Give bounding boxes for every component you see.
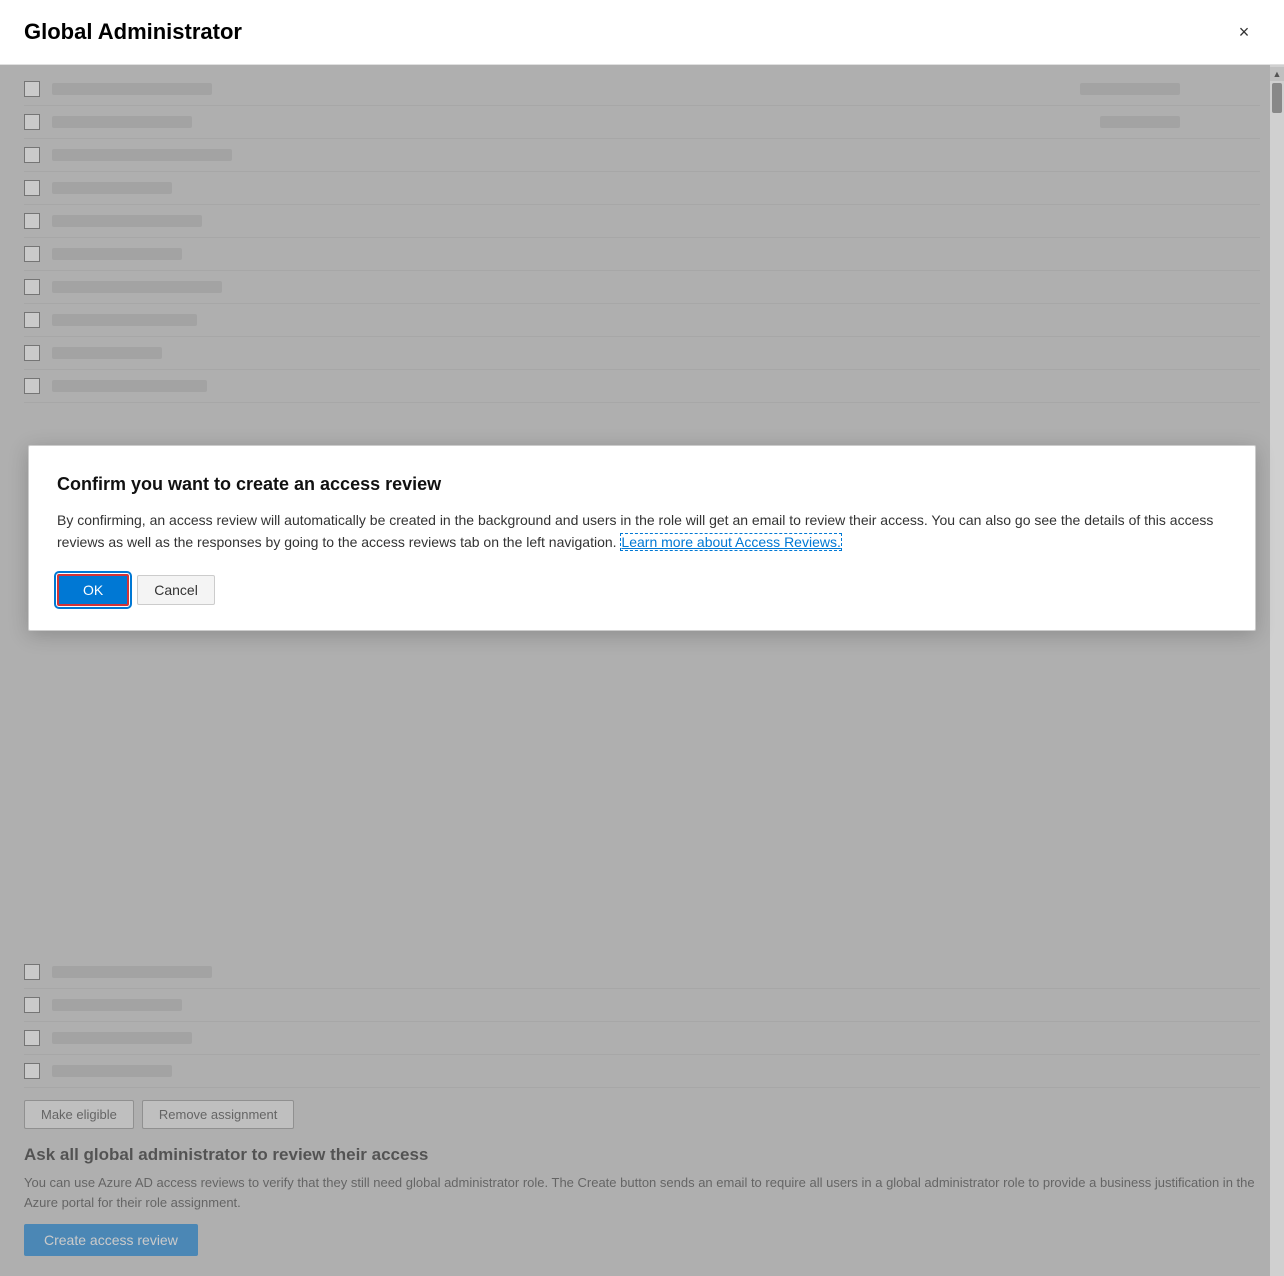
dialog-body: By confirming, an access review will aut… <box>57 509 1227 554</box>
dialog-title: Confirm you want to create an access rev… <box>57 474 1227 495</box>
scroll-thumb[interactable] <box>1272 83 1282 113</box>
dialog-actions: OK Cancel <box>57 574 1227 606</box>
panel-header: Global Administrator × <box>0 0 1284 65</box>
main-panel: Global Administrator × <box>0 0 1284 1276</box>
content-area: Make eligible Remove assignment Ask all … <box>0 65 1284 1276</box>
learn-more-link[interactable]: Learn more about Access Reviews. <box>620 533 841 551</box>
ok-button[interactable]: OK <box>57 574 129 606</box>
scrollbar[interactable]: ▲ <box>1270 65 1284 1276</box>
panel-title: Global Administrator <box>24 19 242 45</box>
cancel-button[interactable]: Cancel <box>137 575 215 605</box>
close-button[interactable]: × <box>1228 16 1260 48</box>
confirm-dialog: Confirm you want to create an access rev… <box>28 445 1256 631</box>
modal-overlay <box>0 65 1270 1276</box>
scroll-up-arrow[interactable]: ▲ <box>1270 67 1284 81</box>
